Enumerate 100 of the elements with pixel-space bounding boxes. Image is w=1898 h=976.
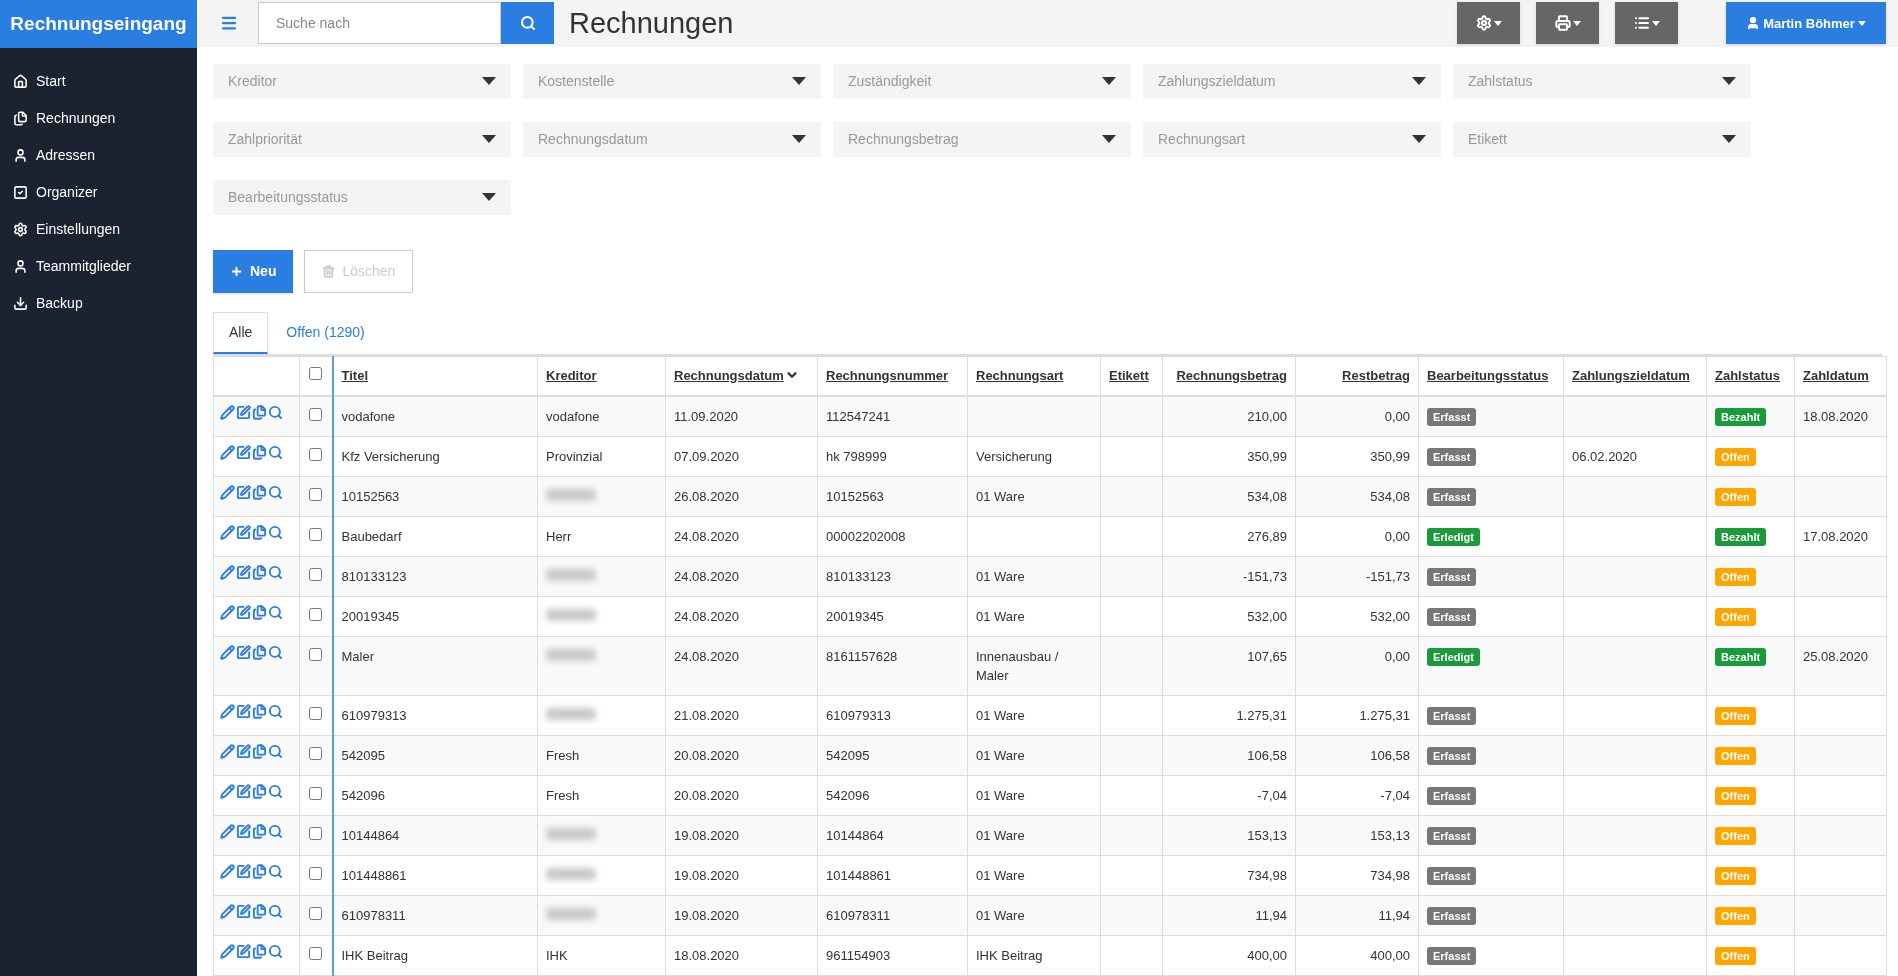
pencil-icon[interactable] xyxy=(220,565,235,580)
edit-icon[interactable] xyxy=(236,645,251,660)
copy-icon[interactable] xyxy=(252,784,267,799)
pencil-icon[interactable] xyxy=(220,485,235,500)
table-cell: 24.08.2020 xyxy=(674,529,740,544)
search-icon[interactable] xyxy=(268,904,283,919)
copy-icon[interactable] xyxy=(252,405,267,420)
column-header[interactable]: Zahlstatus xyxy=(1706,356,1795,396)
edit-icon[interactable] xyxy=(236,565,251,580)
user-menu-button[interactable]: Martin Böhmer xyxy=(1726,2,1886,45)
search-icon[interactable] xyxy=(268,445,283,460)
edit-icon[interactable] xyxy=(236,944,251,959)
settings-dropdown-button[interactable] xyxy=(1457,2,1520,45)
search-icon[interactable] xyxy=(268,744,283,759)
search-icon[interactable] xyxy=(268,784,283,799)
row-checkbox[interactable] xyxy=(309,408,323,421)
copy-icon[interactable] xyxy=(252,525,267,540)
tab[interactable]: Alle xyxy=(213,311,269,354)
sidebar-item[interactable]: Rechnungen xyxy=(0,100,197,137)
search-icon[interactable] xyxy=(268,525,283,540)
edit-icon[interactable] xyxy=(236,405,251,420)
select-all-checkbox[interactable] xyxy=(309,367,323,380)
search-icon[interactable] xyxy=(268,824,283,839)
tab[interactable]: Offen (1290) xyxy=(268,311,383,354)
edit-icon[interactable] xyxy=(236,904,251,919)
search-icon[interactable] xyxy=(268,565,283,580)
search-icon[interactable] xyxy=(268,645,283,660)
pencil-icon[interactable] xyxy=(220,645,235,660)
copy-icon[interactable] xyxy=(252,904,267,919)
view-dropdown-button[interactable] xyxy=(1615,2,1678,45)
pencil-icon[interactable] xyxy=(220,405,235,420)
pencil-icon[interactable] xyxy=(220,445,235,460)
pencil-icon[interactable] xyxy=(220,525,235,540)
pencil-icon[interactable] xyxy=(220,944,235,959)
pencil-icon[interactable] xyxy=(220,605,235,620)
edit-icon[interactable] xyxy=(236,525,251,540)
column-header[interactable]: Rechnungsart xyxy=(967,356,1101,396)
row-checkbox[interactable] xyxy=(309,747,323,760)
row-checkbox[interactable] xyxy=(309,448,323,461)
pencil-icon[interactable] xyxy=(220,904,235,919)
column-header[interactable]: Restbetrag xyxy=(1295,356,1419,396)
copy-icon[interactable] xyxy=(252,565,267,580)
column-header[interactable]: Zahldatum xyxy=(1794,356,1887,396)
search-field[interactable]: Suche nach xyxy=(258,2,501,45)
column-header[interactable]: Kreditor xyxy=(537,356,666,396)
row-checkbox[interactable] xyxy=(309,528,323,541)
row-checkbox[interactable] xyxy=(309,568,323,581)
edit-icon[interactable] xyxy=(236,824,251,839)
copy-icon[interactable] xyxy=(252,445,267,460)
new-button[interactable]: Neu xyxy=(213,249,294,293)
copy-icon[interactable] xyxy=(252,704,267,719)
column-header[interactable]: Rechnungsnummer xyxy=(817,356,968,396)
search-icon[interactable] xyxy=(268,605,283,620)
row-checkbox[interactable] xyxy=(309,867,323,880)
sidebar-item[interactable]: Einstellungen xyxy=(0,211,197,248)
pencil-icon[interactable] xyxy=(220,864,235,879)
copy-icon[interactable] xyxy=(252,824,267,839)
edit-icon[interactable] xyxy=(236,864,251,879)
row-checkbox[interactable] xyxy=(309,488,323,501)
edit-icon[interactable] xyxy=(236,704,251,719)
row-checkbox[interactable] xyxy=(309,827,323,840)
column-header[interactable]: Rechnungsbetrag xyxy=(1162,356,1296,396)
row-checkbox[interactable] xyxy=(309,648,323,661)
search-icon[interactable] xyxy=(268,944,283,959)
pencil-icon[interactable] xyxy=(220,744,235,759)
search-icon[interactable] xyxy=(268,405,283,420)
sidebar-item[interactable]: Adressen xyxy=(0,137,197,174)
sidebar-item[interactable]: Backup xyxy=(0,285,197,322)
search-icon[interactable] xyxy=(268,864,283,879)
copy-icon[interactable] xyxy=(252,645,267,660)
sidebar-item[interactable]: Organizer xyxy=(0,174,197,211)
copy-icon[interactable] xyxy=(252,864,267,879)
pencil-icon[interactable] xyxy=(220,784,235,799)
row-checkbox[interactable] xyxy=(309,947,323,960)
sidebar-item[interactable]: Start xyxy=(0,63,197,100)
column-header[interactable]: Bearbeitungsstatus xyxy=(1418,356,1564,396)
copy-icon[interactable] xyxy=(252,944,267,959)
edit-icon[interactable] xyxy=(236,485,251,500)
copy-icon[interactable] xyxy=(252,605,267,620)
edit-icon[interactable] xyxy=(236,784,251,799)
row-checkbox[interactable] xyxy=(309,707,323,720)
row-checkbox[interactable] xyxy=(309,907,323,920)
copy-icon[interactable] xyxy=(252,744,267,759)
search-button[interactable] xyxy=(501,2,554,45)
column-header[interactable]: Etikett xyxy=(1100,356,1163,396)
print-dropdown-button[interactable] xyxy=(1536,2,1599,45)
sidebar-item[interactable]: Teammitglieder xyxy=(0,248,197,285)
edit-icon[interactable] xyxy=(236,605,251,620)
column-header[interactable]: Rechnungsdatum xyxy=(665,356,818,396)
edit-icon[interactable] xyxy=(236,744,251,759)
edit-icon[interactable] xyxy=(236,445,251,460)
copy-icon[interactable] xyxy=(252,485,267,500)
row-checkbox[interactable] xyxy=(309,787,323,800)
pencil-icon[interactable] xyxy=(220,704,235,719)
table-cell: 24.08.2020 xyxy=(674,569,740,584)
search-icon[interactable] xyxy=(268,485,283,500)
search-icon[interactable] xyxy=(268,704,283,719)
row-checkbox[interactable] xyxy=(309,608,323,621)
pencil-icon[interactable] xyxy=(220,824,235,839)
column-header[interactable]: Zahlungszieldatum xyxy=(1563,356,1707,396)
